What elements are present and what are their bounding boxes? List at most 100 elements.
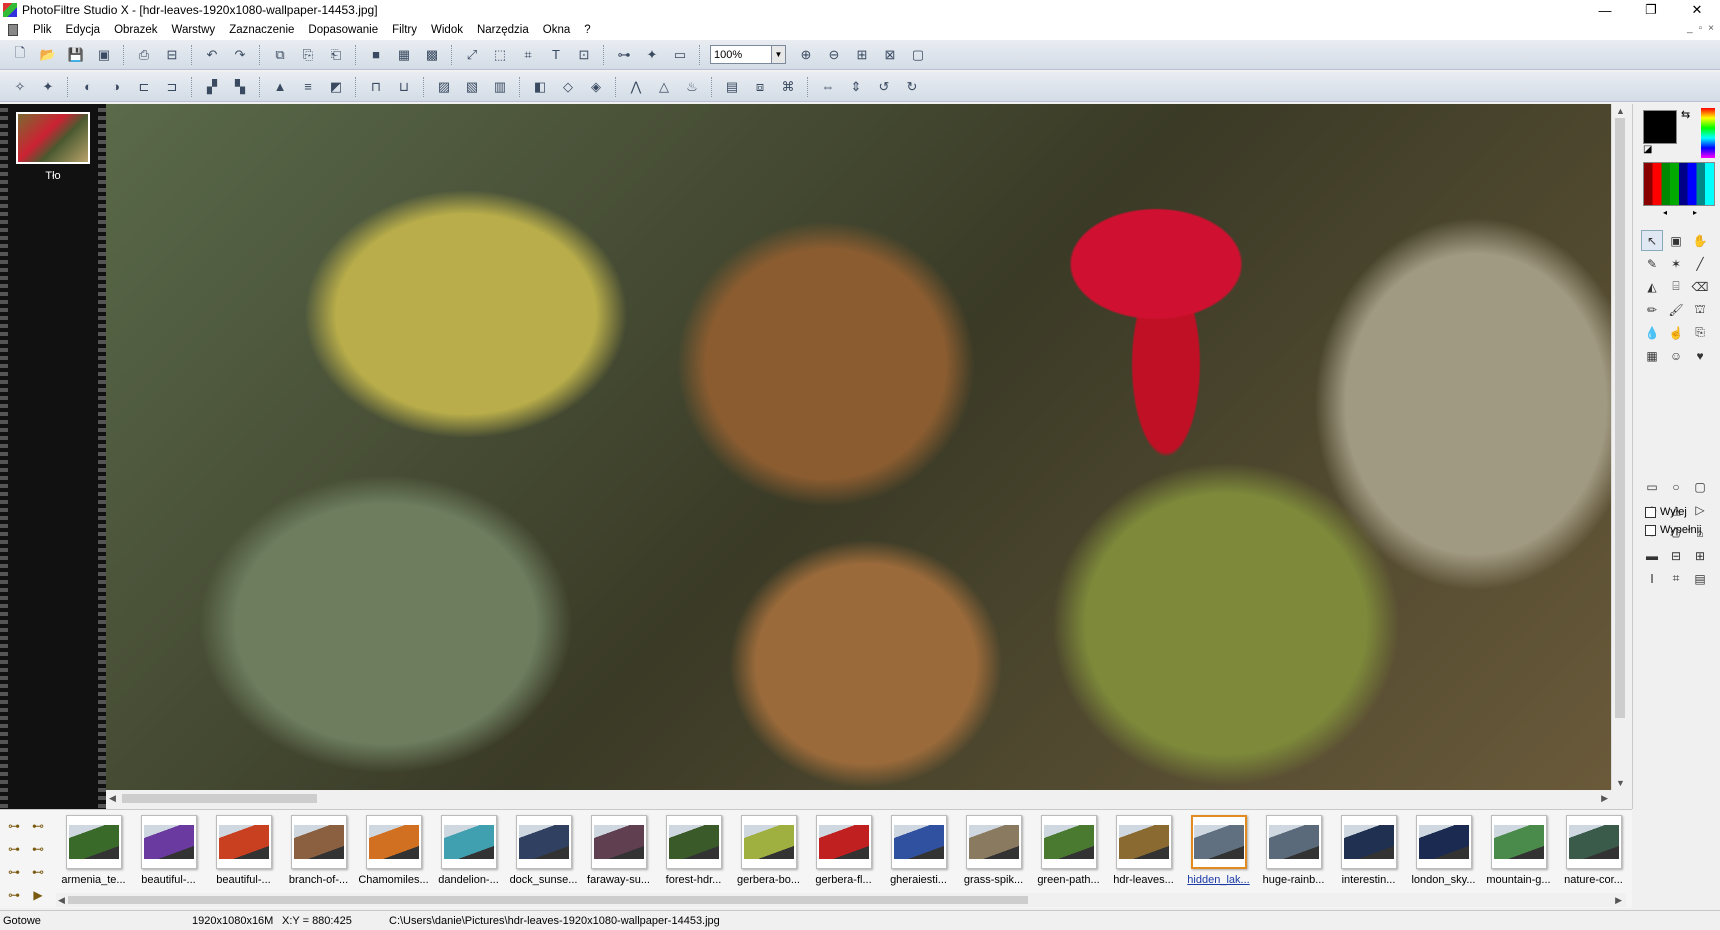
zoom-in-icon[interactable]: ⊕ [795, 44, 817, 66]
browser-scroll-right-icon[interactable]: ▶ [1615, 895, 1622, 906]
browser-scrollbar[interactable]: ◀ ▶ [56, 893, 1626, 907]
thumbnail-item[interactable]: gerbera-bo... [731, 815, 806, 886]
maximize-button[interactable]: ❐ [1628, 0, 1674, 20]
saturation-minus-icon[interactable]: ▞ [201, 76, 223, 98]
window-icon[interactable]: ▭ [669, 44, 691, 66]
contrast-minus-icon[interactable]: ⊏ [133, 76, 155, 98]
print-icon[interactable]: ⎙ [133, 44, 155, 66]
text-icon[interactable]: T [545, 44, 567, 66]
redo-icon[interactable]: ↷ [229, 44, 251, 66]
magic-wand-plus-icon[interactable]: ✧ [9, 76, 31, 98]
emboss-icon[interactable]: ⋀ [625, 76, 647, 98]
color-palette[interactable] [1643, 162, 1715, 206]
transparency-icon[interactable]: ▩ [421, 44, 443, 66]
fullscreen-icon[interactable]: ▢ [907, 44, 929, 66]
menu-plik[interactable]: Plik [26, 24, 59, 36]
rectangle-icon[interactable]: ▭ [1641, 476, 1663, 497]
menu-warstwy[interactable]: Warstwy [165, 24, 223, 36]
eyedropper-icon[interactable]: ✎ [1641, 253, 1663, 274]
minimize-button[interactable]: — [1582, 0, 1628, 20]
line-tool-icon[interactable]: ╱ [1689, 253, 1711, 274]
play-shape-icon[interactable]: ▷ [1689, 499, 1711, 520]
fill-bucket-icon[interactable]: ◭ [1641, 276, 1663, 297]
folder-sort-icon[interactable]: ⊶ [2, 860, 26, 883]
selection-tool-icon[interactable]: ▣ [1665, 230, 1687, 251]
flip-horizontal-icon[interactable]: ⇔ [817, 76, 839, 98]
rounded-rect-icon[interactable]: ▢ [1689, 476, 1711, 497]
mdi-restore-icon[interactable]: ▫ [1699, 23, 1703, 34]
folder-new-icon[interactable]: ⊶ [2, 837, 26, 860]
auto-contrast-icon[interactable]: ⊔ [393, 76, 415, 98]
paste-new-icon[interactable]: ⎗ [325, 44, 347, 66]
default-colors-icon[interactable]: ◪ [1643, 144, 1652, 155]
palette-next-icon[interactable]: ▸ [1693, 208, 1697, 217]
drop-icon[interactable]: ◇ [557, 76, 579, 98]
folder-settings-icon[interactable]: ⊶ [2, 883, 26, 906]
brightness-minus-icon[interactable]: ◐ [77, 76, 99, 98]
swap-colors-icon[interactable]: ⇆ [1681, 108, 1690, 121]
rotate-left-icon[interactable]: ↺ [873, 76, 895, 98]
frame-icon[interactable]: ⧈ [749, 76, 771, 98]
sepia-icon[interactable]: ▧ [461, 76, 483, 98]
crop-frame-icon[interactable]: ⌗ [1665, 568, 1687, 589]
menu-edycja[interactable]: Edycja [59, 24, 108, 36]
undo-icon[interactable]: ↶ [201, 44, 223, 66]
image-size-icon[interactable]: ⤢ [461, 44, 483, 66]
fill-option[interactable]: Wypełnij [1645, 524, 1701, 536]
outline-option[interactable]: Wyłej [1645, 506, 1687, 518]
hand-tool-icon[interactable]: ✋ [1689, 230, 1711, 251]
fit-window-icon[interactable]: ⊠ [879, 44, 901, 66]
vertical-scroll-thumb[interactable] [1615, 118, 1625, 718]
stamp-icon[interactable]: ⛫ [1689, 299, 1711, 320]
paste-icon[interactable]: ⎘ [297, 44, 319, 66]
color-spectrum[interactable] [1701, 108, 1715, 158]
clone-icon[interactable]: ⎘ [1689, 322, 1711, 343]
fill-checkbox[interactable] [1645, 524, 1656, 536]
zoom-out-icon[interactable]: ⊖ [823, 44, 845, 66]
palette-prev-icon[interactable]: ◂ [1663, 208, 1667, 217]
thumbnail-item[interactable]: interestin... [1331, 815, 1406, 886]
color-grid-icon[interactable]: ▦ [393, 44, 415, 66]
brightness-plus-icon[interactable]: ◑ [105, 76, 127, 98]
negative-icon[interactable]: ◩ [325, 76, 347, 98]
saturation-plus-icon[interactable]: ▚ [229, 76, 251, 98]
colorize-icon[interactable]: ▥ [489, 76, 511, 98]
image-canvas[interactable] [106, 104, 1611, 790]
scroll-down-icon[interactable]: ▼ [1616, 778, 1625, 788]
menu-dopasowanie[interactable]: Dopasowanie [301, 24, 385, 36]
document-icon[interactable] [8, 24, 18, 36]
sharpen-icon[interactable]: ◈ [585, 76, 607, 98]
close-button[interactable]: ✕ [1674, 0, 1720, 20]
flame-icon[interactable]: ♨ [681, 76, 703, 98]
thumbnail-item[interactable]: dandelion-... [431, 815, 506, 886]
actual-size-icon[interactable]: ⊞ [851, 44, 873, 66]
ellipse-icon[interactable]: ○ [1665, 476, 1687, 497]
smudge-icon[interactable]: ☝ [1665, 322, 1687, 343]
horizontal-scrollbar[interactable]: ◀ ▶ [106, 790, 1628, 807]
scroll-up-icon[interactable]: ▲ [1616, 106, 1625, 116]
canvas-size-icon[interactable]: ⬚ [489, 44, 511, 66]
magic-wand-icon[interactable]: ✶ [1665, 253, 1687, 274]
blur-drop-icon[interactable]: 💧 [1641, 322, 1663, 343]
mdi-minimize-icon[interactable]: _ [1687, 23, 1693, 34]
thumbnail-item[interactable]: nature-cor... [1556, 815, 1631, 886]
thumbnail-item[interactable]: gerbera-fl... [806, 815, 881, 886]
menu-zaznaczenie[interactable]: Zaznaczenie [222, 24, 301, 36]
thumbnail-item[interactable]: hdr-leaves... [1106, 815, 1181, 886]
text-cursor-icon[interactable]: Ⅰ [1641, 568, 1663, 589]
grid-frame-icon[interactable]: ▤ [1689, 568, 1711, 589]
thumbnail-item[interactable]: gheraiesti... [881, 815, 956, 886]
grayscale-icon[interactable]: ▨ [433, 76, 455, 98]
thumbnail-item[interactable]: forest-hdr... [656, 815, 731, 886]
magic-wand-minus-icon[interactable]: ✦ [37, 76, 59, 98]
flip-vertical-icon[interactable]: ⇕ [845, 76, 867, 98]
tree-icon[interactable]: ⊶ [613, 44, 635, 66]
thumbnail-item[interactable]: armenia_te... [56, 815, 131, 886]
menu-help[interactable]: ? [577, 24, 597, 36]
copy-icon[interactable]: ⧉ [269, 44, 291, 66]
open-folder-icon[interactable]: 📂 [37, 44, 59, 66]
crop-icon[interactable]: ⌗ [517, 44, 539, 66]
layer-icon[interactable]: ■ [365, 44, 387, 66]
thumbnail-item[interactable]: faraway-su... [581, 815, 656, 886]
folder-up-icon[interactable]: ⊷ [26, 814, 50, 837]
